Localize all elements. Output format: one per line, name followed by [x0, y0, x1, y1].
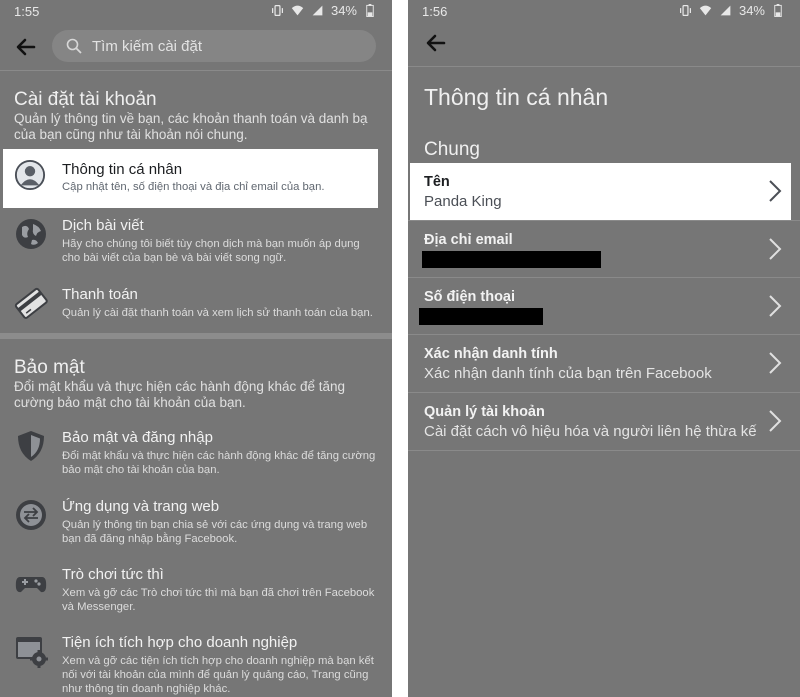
- redacted-email: [422, 251, 601, 268]
- status-bar: 1:56 34%: [408, 0, 800, 22]
- info-row-account-management[interactable]: Quản lý tài khoản Cài đặt cách vô hiệu h…: [408, 393, 800, 450]
- wifi-icon: [291, 5, 304, 16]
- info-row-phone[interactable]: Số điện thoại: [408, 278, 800, 335]
- header-divider: [0, 70, 392, 71]
- row-label: Tên: [424, 174, 450, 190]
- menu-item-desc: Quản lý cài đặt thanh toán và xem lịch s…: [62, 307, 373, 319]
- globe-icon: [16, 219, 46, 249]
- battery-icon: [366, 4, 374, 17]
- battery-percent: 34%: [738, 3, 765, 18]
- menu-item-title: Thanh toán: [62, 286, 138, 303]
- row-label: Quản lý tài khoản: [424, 404, 545, 420]
- menu-item-business-integrations[interactable]: Tiện ích tích hợp cho doanh nghiệp Xem v…: [0, 634, 392, 697]
- status-time: 1:56: [422, 4, 448, 19]
- search-input[interactable]: [92, 35, 362, 57]
- menu-item-desc: Cập nhật tên, số điện thoại và địa chỉ e…: [62, 181, 325, 193]
- chevron-right-icon: [769, 352, 782, 374]
- menu-item-desc: Xem và gỡ các Trò chơi tức thì mà bạn đã…: [62, 587, 375, 613]
- menu-item-security-login[interactable]: Bảo mật và đăng nhập Đổi mật khẩu và thự…: [0, 429, 392, 491]
- chevron-right-icon: [769, 410, 782, 432]
- menu-item-apps-websites[interactable]: Ứng dụng và trang web Quản lý thông tin …: [0, 498, 392, 560]
- vibrate-icon: [679, 5, 691, 16]
- swap-arrows-icon: [16, 500, 46, 530]
- menu-item-title: Bảo mật và đăng nhập: [62, 429, 213, 446]
- status-time: 1:55: [14, 4, 40, 19]
- menu-item-translate-posts[interactable]: Dịch bài viết Hãy cho chúng tôi biết tùy…: [0, 217, 392, 279]
- battery-percent: 34%: [330, 3, 357, 18]
- account-section-title: Cài đặt tài khoản: [14, 89, 157, 110]
- row-label: Địa chỉ email: [424, 232, 513, 248]
- row-value: Xác nhận danh tính của bạn trên Facebook: [424, 365, 712, 382]
- chevron-right-icon: [769, 180, 782, 202]
- row-label: Xác nhận danh tính: [424, 346, 558, 362]
- menu-item-title: Tiện ích tích hợp cho doanh nghiệp: [62, 634, 298, 651]
- signal-icon: [312, 5, 323, 16]
- menu-item-title: Thông tin cá nhân: [62, 161, 183, 178]
- chevron-right-icon: [769, 238, 782, 260]
- signal-icon: [720, 5, 731, 16]
- header-divider: [408, 66, 800, 67]
- menu-item-title: Dịch bài viết: [62, 217, 144, 234]
- row-value: Cài đặt cách vô hiệu hóa và người liên h…: [424, 423, 757, 440]
- menu-item-personal-info[interactable]: Thông tin cá nhân Cập nhật tên, số điện …: [3, 149, 378, 208]
- menu-item-title: Trò chơi tức thì: [62, 566, 164, 583]
- row-divider: [408, 450, 800, 451]
- search-bar[interactable]: [52, 30, 376, 62]
- section-divider: [0, 333, 392, 339]
- menu-item-desc: Đổi mật khẩu và thực hiện các hành động …: [62, 450, 376, 476]
- page-title: Thông tin cá nhân: [424, 84, 609, 110]
- business-settings-icon: [16, 637, 48, 668]
- person-icon: [14, 159, 46, 191]
- row-label: Số điện thoại: [424, 289, 516, 305]
- back-arrow-icon[interactable]: [14, 35, 38, 59]
- security-section-title: Bảo mật: [14, 357, 85, 378]
- menu-item-instant-games[interactable]: Trò chơi tức thì Xem và gỡ các Trò chơi …: [0, 566, 392, 628]
- menu-item-title: Ứng dụng và trang web: [62, 498, 220, 515]
- search-icon: [66, 38, 82, 54]
- info-row-name[interactable]: Tên Panda King: [410, 163, 791, 220]
- credit-card-icon: [14, 287, 48, 319]
- settings-screen: 1:55 34% Cài đặt tài khoản Quản lý thông…: [0, 0, 392, 697]
- vibrate-icon: [271, 5, 283, 16]
- info-row-identity[interactable]: Xác nhận danh tính Xác nhận danh tính củ…: [408, 335, 800, 392]
- info-row-email[interactable]: Địa chỉ email: [408, 221, 800, 278]
- shield-icon: [18, 431, 44, 461]
- wifi-icon: [699, 5, 712, 16]
- back-arrow-icon[interactable]: [424, 31, 448, 55]
- menu-item-desc: Quản lý thông tin bạn chia sẻ với các ứn…: [62, 519, 368, 545]
- battery-icon: [774, 4, 782, 17]
- row-value: Panda King: [424, 193, 502, 210]
- menu-item-desc: Xem và gỡ các tiện ích tích hợp cho doan…: [62, 655, 374, 695]
- redacted-phone: [419, 308, 543, 325]
- gamepad-icon: [15, 577, 47, 593]
- chevron-right-icon: [769, 295, 782, 317]
- group-title: Chung: [424, 139, 480, 160]
- account-section-description: Quản lý thông tin về bạn, các khoản than…: [14, 111, 368, 142]
- status-bar: 1:55 34%: [0, 0, 392, 22]
- security-section-description: Đổi mật khẩu và thực hiện các hành động …: [14, 379, 346, 410]
- menu-item-desc: Hãy cho chúng tôi biết tùy chọn dịch mà …: [62, 238, 360, 264]
